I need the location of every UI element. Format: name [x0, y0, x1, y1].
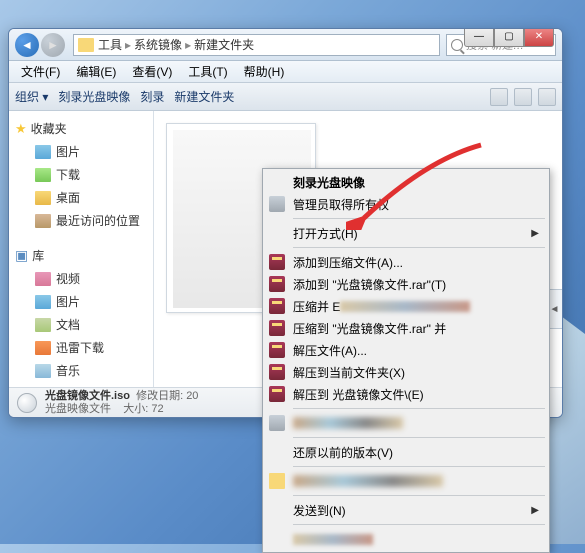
menu-file[interactable]: 文件(F) [13, 63, 68, 80]
library-icon: ▣ [15, 247, 28, 264]
view-icon[interactable] [490, 88, 508, 106]
chevron-right-icon: ▶ [531, 228, 539, 239]
sidebar-item-documents[interactable]: 文档 [9, 313, 153, 336]
back-button[interactable]: ◄ [15, 33, 39, 57]
pictures-icon [35, 295, 51, 309]
ctx-blur-2[interactable] [265, 470, 547, 492]
address-bar[interactable]: 工具 ▸ 系统镜像 ▸ 新建文件夹 [73, 34, 440, 56]
minimize-button[interactable]: — [464, 28, 494, 47]
burn-image-button[interactable]: 刻录光盘映像 [58, 88, 130, 105]
sidebar-item-downloads[interactable]: 下载 [9, 163, 153, 186]
ctx-open-with[interactable]: 打开方式(H)▶ [265, 222, 547, 244]
ctx-compress-to[interactable]: 压缩到 "光盘镜像文件.rar" 并 [265, 317, 547, 339]
context-menu: 刻录光盘映像 管理员取得所有权 打开方式(H)▶ 添加到压缩文件(A)... 添… [262, 168, 550, 553]
sidebar-favorites-head[interactable]: ★收藏夹 [9, 117, 153, 140]
sidebar-item-pictures[interactable]: 图片 [9, 140, 153, 163]
generic-icon [269, 415, 285, 431]
shield-icon [269, 196, 285, 212]
music-icon [35, 364, 51, 378]
ctx-admin[interactable]: 管理员取得所有权 [265, 193, 547, 215]
rar-icon [269, 254, 285, 270]
ctx-send-to[interactable]: 发送到(N)▶ [265, 499, 547, 521]
ctx-burn-image[interactable]: 刻录光盘映像 [265, 171, 547, 193]
ctx-blur-3[interactable] [265, 528, 547, 550]
ctx-compress-e[interactable]: 压缩并 E [265, 295, 547, 317]
folder-icon [269, 473, 285, 489]
rar-icon [269, 386, 285, 402]
status-filename: 光盘镜像文件.iso [45, 390, 130, 402]
close-button[interactable]: ✕ [524, 28, 554, 47]
ctx-blur-1[interactable] [265, 412, 547, 434]
sidebar-item-desktop[interactable]: 桌面 [9, 186, 153, 209]
ctx-restore[interactable]: 还原以前的版本(V) [265, 441, 547, 463]
xunlei-icon [35, 341, 51, 355]
forward-button[interactable]: ► [41, 33, 65, 57]
maximize-button[interactable]: ▢ [494, 28, 524, 47]
downloads-icon [35, 168, 51, 182]
menu-tools[interactable]: 工具(T) [180, 63, 235, 80]
recent-icon [35, 214, 51, 228]
ctx-extract-to[interactable]: 解压到 光盘镜像文件\(E) [265, 383, 547, 405]
videos-icon [35, 272, 51, 286]
search-icon [451, 39, 463, 51]
rar-icon [269, 298, 285, 314]
sidebar: ★收藏夹 图片 下载 桌面 最近访问的位置 ▣库 视频 图片 文档 迅雷下载 音… [9, 111, 154, 387]
preview-pane-icon[interactable] [514, 88, 532, 106]
ctx-extract-here[interactable]: 解压到当前文件夹(X) [265, 361, 547, 383]
menu-edit[interactable]: 编辑(E) [68, 63, 124, 80]
menu-help[interactable]: 帮助(H) [236, 63, 293, 80]
rar-icon [269, 320, 285, 336]
blurred-text [293, 417, 403, 429]
toolbar: 组织 ▾ 刻录光盘映像 刻录 新建文件夹 [9, 83, 562, 111]
sidebar-item-recent[interactable]: 最近访问的位置 [9, 209, 153, 232]
rar-icon [269, 342, 285, 358]
ctx-extract[interactable]: 解压文件(A)... [265, 339, 547, 361]
burn-button[interactable]: 刻录 [140, 88, 164, 105]
star-icon: ★ [15, 121, 27, 137]
sidebar-item-lib-pictures[interactable]: 图片 [9, 290, 153, 313]
menu-view[interactable]: 查看(V) [124, 63, 180, 80]
blurred-text [293, 534, 373, 545]
sidebar-item-videos[interactable]: 视频 [9, 267, 153, 290]
ctx-add-rar[interactable]: 添加到 "光盘镜像文件.rar"(T) [265, 273, 547, 295]
sidebar-library-head[interactable]: ▣库 [9, 244, 153, 267]
chevron-right-icon: ▶ [531, 505, 539, 516]
organize-button[interactable]: 组织 ▾ [15, 88, 48, 105]
new-folder-button[interactable]: 新建文件夹 [174, 88, 234, 105]
help-icon[interactable] [538, 88, 556, 106]
rar-icon [269, 364, 285, 380]
folder-icon [78, 38, 94, 52]
breadcrumb-p1[interactable]: 工具 [98, 36, 122, 53]
window-controls: — ▢ ✕ [464, 28, 554, 47]
sidebar-item-music[interactable]: 音乐 [9, 359, 153, 382]
status-filetype: 光盘映像文件 [45, 403, 111, 415]
disc-icon [17, 393, 37, 413]
blurred-text [340, 301, 470, 312]
sidebar-item-xunlei[interactable]: 迅雷下载 [9, 336, 153, 359]
breadcrumb-p3[interactable]: 新建文件夹 [194, 36, 254, 53]
blurred-text [293, 475, 443, 487]
menubar: 文件(F) 编辑(E) 查看(V) 工具(T) 帮助(H) [9, 61, 562, 83]
breadcrumb-p2[interactable]: 系统镜像 [134, 36, 182, 53]
desktop-icon [35, 191, 51, 205]
pictures-icon [35, 145, 51, 159]
rar-icon [269, 276, 285, 292]
documents-icon [35, 318, 51, 332]
ctx-add-archive[interactable]: 添加到压缩文件(A)... [265, 251, 547, 273]
